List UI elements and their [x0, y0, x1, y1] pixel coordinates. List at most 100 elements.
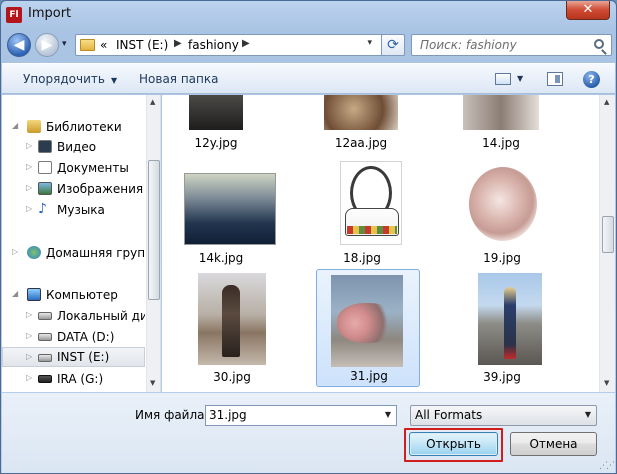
figure-shape — [504, 287, 516, 359]
file-tile-39[interactable]: 39.jpg — [449, 271, 553, 389]
breadcrumb-separator-icon[interactable]: ▶ — [174, 38, 182, 49]
tree-label: Компьютер — [46, 288, 118, 302]
file-name: 39.jpg — [483, 370, 521, 384]
tree-label: Документы — [57, 161, 129, 175]
file-format-select[interactable]: All Formats ▼ — [410, 405, 597, 426]
breadcrumb-separator-icon[interactable]: ▶ — [242, 38, 250, 49]
address-dropdown-icon[interactable]: ▾ — [367, 38, 372, 48]
cancel-button[interactable]: Отмена — [510, 432, 597, 456]
resize-grip-icon[interactable]: ⋰⋰ — [599, 461, 615, 471]
search-placeholder: Поиск: fashiony — [420, 38, 517, 52]
file-name: 19.jpg — [483, 251, 521, 265]
file-name: 18.jpg — [343, 251, 381, 265]
figure-shape — [222, 285, 240, 357]
roses-shape — [337, 303, 397, 343]
organize-label: Упорядочить — [23, 72, 105, 86]
image-thumbnail — [331, 275, 403, 367]
scroll-thumb[interactable] — [148, 160, 160, 300]
back-button[interactable]: ◀ — [7, 33, 31, 57]
tree-item-pictures[interactable]: ▷ Изображения — [2, 179, 145, 199]
expand-arrow-icon[interactable]: ▷ — [12, 247, 18, 256]
image-thumbnail — [463, 159, 543, 245]
image-thumbnail — [340, 161, 402, 245]
window-title: Import — [28, 6, 72, 21]
file-tile-31-selected[interactable]: 31.jpg — [316, 269, 420, 387]
navigation-pane: ◢ Библиотеки ▷ Видео ▷ Документы ▷ Изобр… — [2, 95, 161, 392]
tree-label: IRA (G:) — [57, 372, 104, 386]
file-tile-12y[interactable]: 12y.jpg — [164, 95, 268, 150]
folder-icon — [80, 39, 95, 51]
file-tile-30[interactable]: 30.jpg — [164, 271, 268, 389]
tree-item-data-drive[interactable]: ▷ DATA (D:) — [2, 327, 145, 347]
format-value: All Formats — [415, 408, 483, 422]
scroll-down-arrow-icon[interactable]: ▼ — [150, 379, 155, 387]
dialog-footer: Имя файла: 31.jpg ▼ All Formats ▼ Открыт… — [2, 393, 615, 473]
expand-arrow-icon[interactable]: ▷ — [26, 373, 32, 382]
views-chevron-down-icon[interactable]: ▼ — [517, 74, 523, 83]
expand-arrow-icon[interactable]: ◢ — [12, 121, 18, 130]
file-name: 30.jpg — [213, 370, 251, 384]
tree-item-libraries[interactable]: ◢ Библиотеки — [2, 117, 145, 137]
tree-item-homegroup[interactable]: ▷ Домашняя группа — [2, 243, 145, 263]
expand-arrow-icon[interactable]: ▷ — [26, 352, 32, 361]
homegroup-icon — [27, 246, 41, 259]
scroll-up-arrow-icon[interactable]: ▲ — [604, 98, 609, 106]
tree-item-computer[interactable]: ◢ Компьютер — [2, 285, 145, 305]
tree-label: Изображения — [57, 182, 144, 196]
tree-item-documents[interactable]: ▷ Документы — [2, 158, 145, 178]
image-thumbnail — [198, 273, 266, 365]
expand-arrow-icon[interactable]: ▷ — [26, 141, 32, 150]
expand-arrow-icon[interactable]: ▷ — [26, 162, 32, 171]
address-bar[interactable]: « INST (E:) ▶ fashiony ▶ ▾ — [75, 34, 405, 56]
pictures-icon — [38, 182, 52, 195]
expand-arrow-icon[interactable]: ▷ — [26, 204, 32, 213]
navigation-scrollbar[interactable]: ▲ ▼ — [146, 95, 160, 392]
preview-pane-icon[interactable] — [547, 72, 563, 86]
tree-item-local-disk[interactable]: ▷ Локальный диск — [2, 306, 145, 326]
refresh-button[interactable]: ⟳ — [381, 34, 405, 56]
file-tile-14[interactable]: 14.jpg — [449, 95, 553, 150]
search-icon[interactable] — [594, 39, 604, 49]
usb-drive-icon — [38, 375, 52, 383]
expand-arrow-icon[interactable]: ▷ — [26, 310, 32, 319]
expand-arrow-icon[interactable]: ◢ — [12, 289, 18, 298]
image-thumbnail — [463, 95, 539, 130]
tree-item-video[interactable]: ▷ Видео — [2, 137, 145, 157]
tree-item-inst-drive[interactable]: ▷ INST (E:) — [2, 347, 145, 367]
file-name: 31.jpg — [350, 369, 388, 383]
organize-menu[interactable]: Упорядочить ▼ — [23, 72, 117, 86]
image-thumbnail — [478, 273, 542, 365]
scroll-thumb[interactable] — [602, 216, 614, 253]
breadcrumb-fashiony[interactable]: fashiony — [188, 38, 239, 52]
expand-arrow-icon[interactable]: ▷ — [26, 331, 32, 340]
expand-arrow-icon[interactable]: ▷ — [26, 183, 32, 192]
search-input[interactable]: Поиск: fashiony — [411, 34, 612, 56]
tree-item-ira-drive[interactable]: ▷ IRA (G:) — [2, 369, 145, 389]
breadcrumb-overflow[interactable]: « — [100, 38, 107, 52]
file-tile-18[interactable]: 18.jpg — [309, 147, 413, 265]
scroll-down-arrow-icon[interactable]: ▼ — [604, 379, 609, 387]
file-list-scrollbar[interactable]: ▲ ▼ — [599, 95, 615, 392]
tree-label: Музыка — [57, 203, 105, 217]
title-bar[interactable]: Fl Import ✕ — [1, 1, 616, 29]
forward-button[interactable]: ▶ — [35, 33, 59, 57]
file-tile-12aa[interactable]: 12aa.jpg — [309, 95, 413, 150]
file-list: 12y.jpg 12aa.jpg 14.jpg 14k.jpg 18.jpg 1… — [162, 95, 599, 392]
recent-pages-dropdown[interactable]: ▾ — [62, 39, 67, 49]
close-button[interactable]: ✕ — [566, 1, 610, 20]
help-icon[interactable]: ? — [583, 71, 600, 88]
scroll-up-arrow-icon[interactable]: ▲ — [150, 98, 155, 106]
tree-label: Домашняя группа — [46, 246, 145, 260]
filename-field[interactable]: 31.jpg ▼ — [205, 405, 397, 426]
file-tile-14k[interactable]: 14k.jpg — [164, 147, 276, 265]
views-icon[interactable] — [495, 73, 511, 85]
new-folder-button[interactable]: Новая папка — [139, 72, 218, 86]
command-bar: Упорядочить ▼ Новая папка ▼ ? — [2, 63, 615, 94]
chevron-down-icon[interactable]: ▼ — [585, 410, 591, 419]
computer-icon — [27, 288, 41, 301]
chevron-down-icon[interactable]: ▼ — [385, 410, 391, 419]
file-tile-19[interactable]: 19.jpg — [449, 147, 553, 265]
library-icon — [27, 120, 41, 133]
breadcrumb-inst-drive[interactable]: INST (E:) — [116, 38, 168, 52]
tree-item-music[interactable]: ▷ ♪ Музыка — [2, 200, 145, 220]
